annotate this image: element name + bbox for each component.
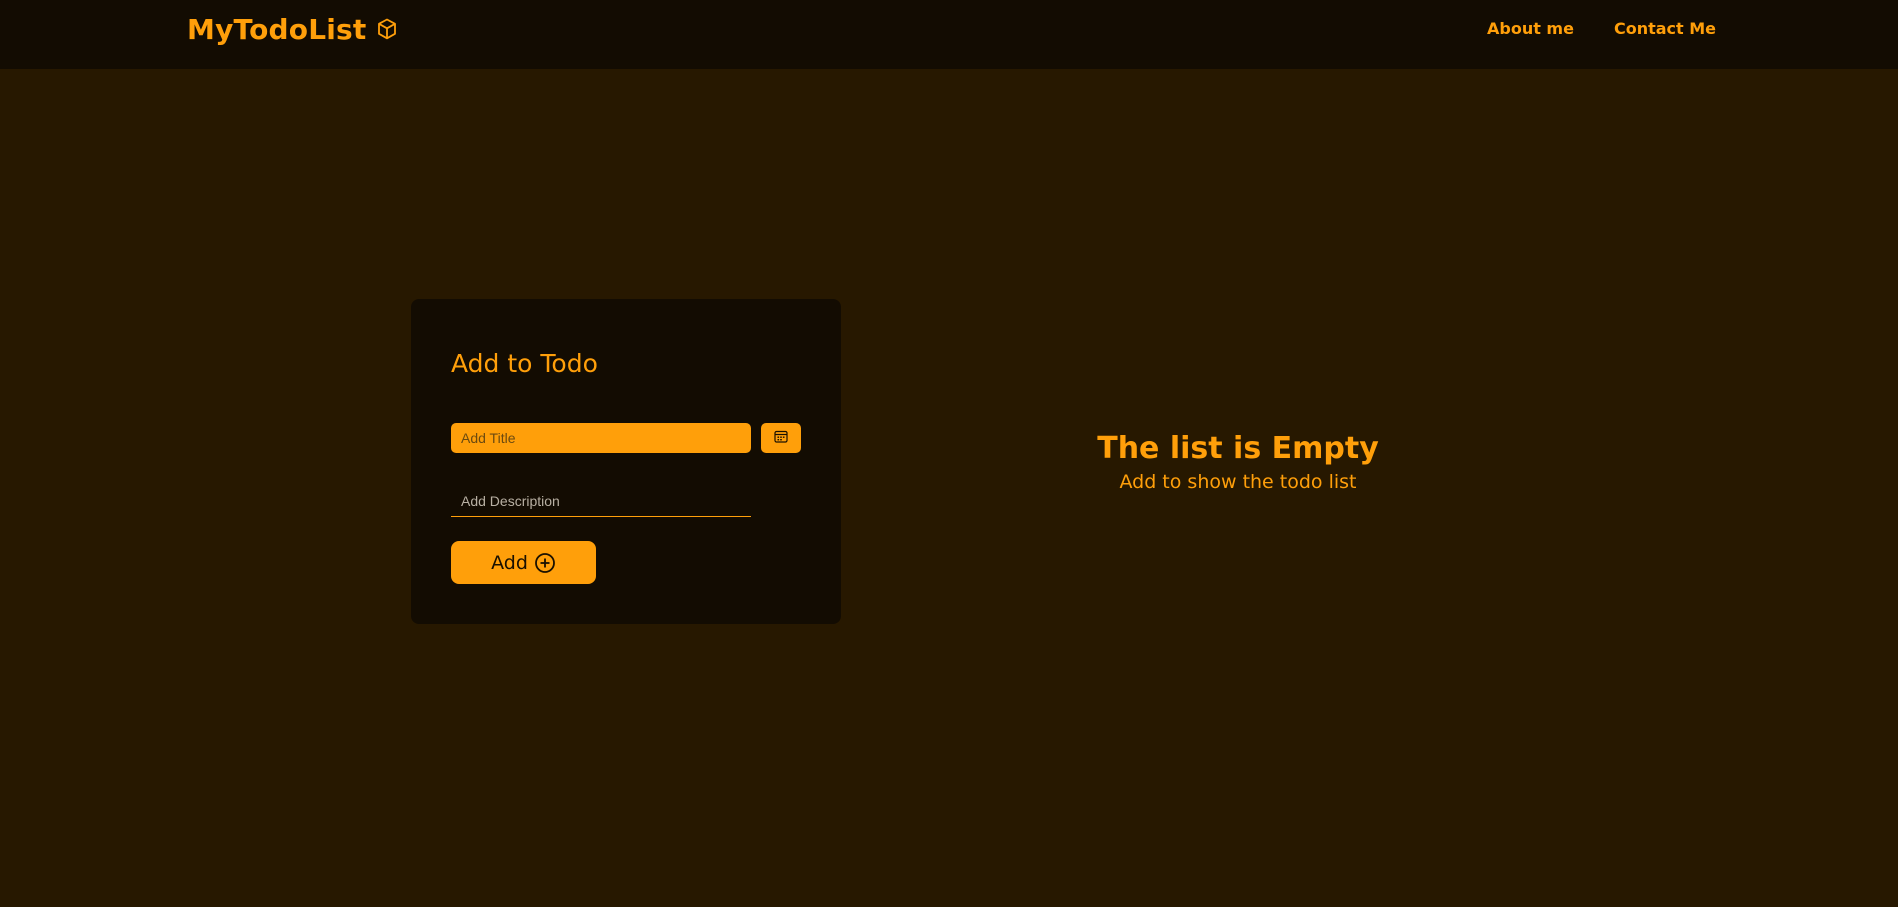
nav-links: About me Contact Me [1487, 19, 1716, 38]
nav-link-about-me[interactable]: About me [1487, 19, 1574, 38]
empty-state-subtitle: Add to show the todo list [1119, 471, 1357, 493]
nav-link-contact-me[interactable]: Contact Me [1614, 19, 1716, 38]
plus-circle-icon [534, 552, 556, 574]
title-input[interactable] [451, 423, 751, 453]
empty-state: The list is Empty Add to show the todo l… [1038, 428, 1438, 494]
add-button-label: Add [491, 551, 528, 574]
description-input[interactable] [451, 485, 751, 517]
calendar-icon [774, 430, 788, 446]
add-todo-card: Add to Todo Add [411, 299, 841, 624]
brand-title[interactable]: MyTodoList [187, 13, 367, 46]
cube-icon [377, 18, 397, 40]
calendar-button[interactable] [761, 423, 801, 453]
navbar: MyTodoList About me Contact Me [0, 0, 1898, 69]
add-button[interactable]: Add [451, 541, 596, 584]
add-todo-heading: Add to Todo [451, 349, 598, 378]
empty-state-title: The list is Empty [1097, 431, 1379, 466]
brand[interactable]: MyTodoList [187, 12, 397, 46]
